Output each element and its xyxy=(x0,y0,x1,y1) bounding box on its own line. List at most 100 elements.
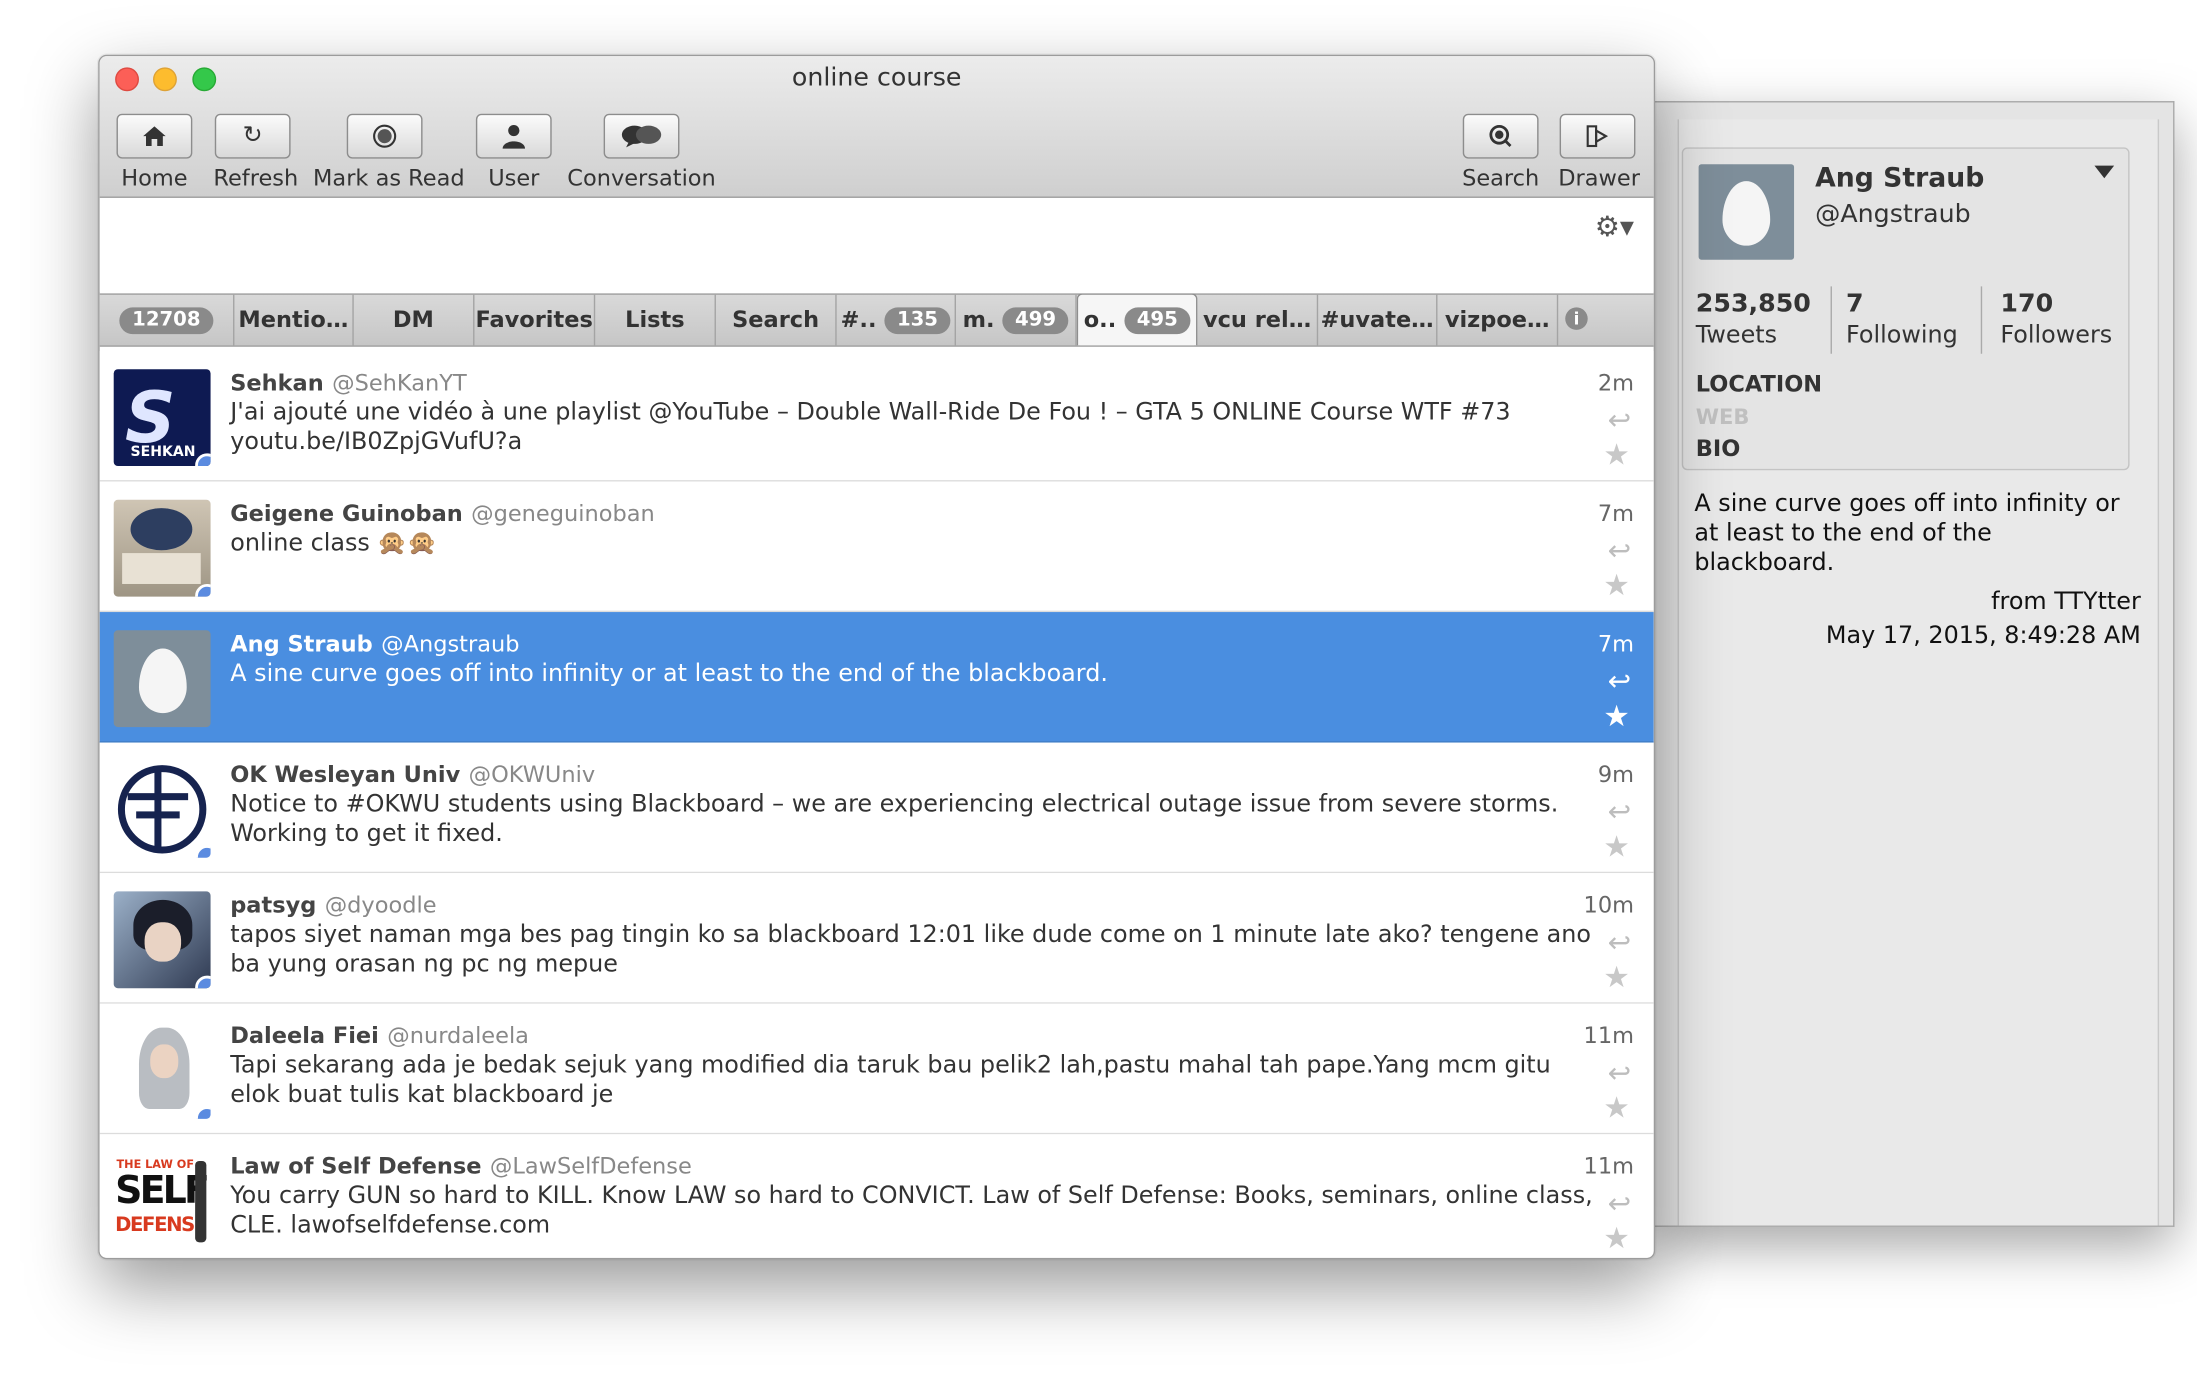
tweet-text: online class 🙊🙊 xyxy=(230,529,437,558)
compose-area[interactable]: ⚙▾ xyxy=(99,197,1654,292)
tab-mentions[interactable]: Mentio… xyxy=(234,294,354,346)
refresh-button-frame[interactable]: ↻ xyxy=(214,113,291,159)
star-icon[interactable]: ★ xyxy=(1603,438,1629,472)
tweet-author-name[interactable]: Sehkan xyxy=(230,369,323,396)
tab-label: #.. xyxy=(840,306,877,333)
tab-m-search[interactable]: m. 499 xyxy=(956,294,1077,346)
tweet-author-handle[interactable]: @Angstraub xyxy=(381,630,519,657)
home-button-frame[interactable] xyxy=(116,113,193,159)
titlebar: online course Home ↻ Refresh Mark as Rea… xyxy=(99,56,1654,198)
tweet-author-handle[interactable]: @geneguinoban xyxy=(471,500,655,527)
tweet-author-handle[interactable]: @OKWUniv xyxy=(469,761,595,788)
reply-icon[interactable]: ↩ xyxy=(1608,533,1632,567)
drawer-label: Drawer xyxy=(1558,164,1640,191)
stat-followers[interactable]: 170 Followers xyxy=(2000,289,2112,354)
profile-avatar[interactable] xyxy=(1698,164,1795,260)
stat-following[interactable]: 7 Following xyxy=(1846,289,1958,354)
gear-menu-icon[interactable]: ⚙▾ xyxy=(1595,209,1634,243)
tweet-author-handle[interactable]: @nurdaleela xyxy=(387,1022,529,1049)
unread-dot-icon xyxy=(195,975,211,989)
tab-dm[interactable]: DM xyxy=(354,294,475,346)
avatar[interactable] xyxy=(113,499,211,597)
avatar-photo xyxy=(130,508,193,551)
tweet-author-name[interactable]: Daleela Fiei xyxy=(230,1022,379,1049)
avatar[interactable] xyxy=(113,630,211,728)
user-button[interactable]: User xyxy=(474,113,553,191)
user-drawer: Ang Straub @Angstraub 253,850 Tweets 7 F… xyxy=(1652,101,2175,1227)
tweet-author-name[interactable]: patsyg xyxy=(230,891,316,918)
tab-online-course[interactable]: o.. 495 xyxy=(1076,293,1198,346)
tweet-time: 2m xyxy=(1597,369,1635,396)
user-button-frame[interactable] xyxy=(475,113,552,159)
conversation-button[interactable]: Conversation xyxy=(567,113,716,191)
home-button[interactable]: Home xyxy=(115,113,194,191)
tweet-author-name[interactable]: Ang Straub xyxy=(230,630,372,657)
stat-divider xyxy=(1980,286,1983,354)
info-icon[interactable]: i xyxy=(1565,307,1588,330)
tweet-row[interactable]: Daleela Fiei @nurdaleela Tapi sekarang ad… xyxy=(99,1003,1654,1135)
tab-hashtag-search[interactable]: #.. 135 xyxy=(837,294,956,346)
tweet-row[interactable]: S SEHKAN Sehkan @SehKanYT J'ai ajouté une… xyxy=(99,350,1654,482)
tweet-row-selected[interactable]: Ang Straub @Angstraub A sine curve goes o… xyxy=(99,612,1654,743)
mark-as-read-button[interactable]: Mark as Read xyxy=(313,113,465,191)
tweet-author-name[interactable]: Law of Self Defense xyxy=(230,1153,481,1180)
unread-dot-icon xyxy=(195,845,211,858)
profile-menu-caret-icon[interactable] xyxy=(2094,165,2115,179)
tweet-author-name[interactable]: Geigene Guinoban xyxy=(230,500,463,527)
drawer-button-frame[interactable] xyxy=(1559,113,1636,159)
tab-label: DM xyxy=(392,306,434,333)
tab-search[interactable]: Search xyxy=(716,294,837,346)
reply-icon[interactable]: ↩ xyxy=(1608,664,1632,698)
tweet-row[interactable]: OK Wesleyan Univ @OKWUniv Notice to #OKWU… xyxy=(99,742,1654,874)
star-icon[interactable]: ★ xyxy=(1603,1091,1629,1125)
search-icon xyxy=(1489,124,1512,147)
tweet-row[interactable]: patsyg @dyoodle tapos siyet naman mga bes… xyxy=(99,873,1654,1004)
reply-icon[interactable]: ↩ xyxy=(1608,1186,1632,1220)
tab-timeline[interactable]: 12708 xyxy=(100,294,235,346)
reply-icon[interactable]: ↩ xyxy=(1608,1056,1632,1090)
tab-vizpoe[interactable]: vizpoe… xyxy=(1437,294,1559,346)
avatar[interactable]: THE LAW OF SELF DEFENSE xyxy=(113,1152,211,1250)
profile-card: Ang Straub @Angstraub 253,850 Tweets 7 F… xyxy=(1681,147,2130,471)
tweet-author-handle[interactable]: @LawSelfDefense xyxy=(490,1153,692,1180)
tab-uvate[interactable]: #uvate… xyxy=(1318,294,1438,346)
tab-vcu[interactable]: vcu rel… xyxy=(1197,294,1319,346)
conversation-button-frame[interactable] xyxy=(603,113,680,159)
main-window: online course Home ↻ Refresh Mark as Rea… xyxy=(98,54,1656,1260)
star-icon[interactable]: ★ xyxy=(1603,1221,1629,1255)
search-button-frame[interactable] xyxy=(1462,113,1539,159)
avatar[interactable]: S SEHKAN xyxy=(113,369,211,467)
profile-name: Ang Straub xyxy=(1815,162,1985,194)
avatar-photo xyxy=(150,1044,179,1079)
stat-tweets[interactable]: 253,850 Tweets xyxy=(1696,289,1811,354)
tweet-row[interactable]: Geigene Guinoban @geneguinoban online cla… xyxy=(99,481,1654,613)
star-icon[interactable]: ★ xyxy=(1603,830,1629,864)
tweet-row[interactable]: THE LAW OF SELF DEFENSE Law of Self Defe… xyxy=(99,1134,1654,1258)
reply-icon[interactable]: ↩ xyxy=(1608,925,1632,959)
reply-icon[interactable]: ↩ xyxy=(1608,403,1632,437)
star-icon[interactable]: ★ xyxy=(1603,569,1629,603)
tab-label: o.. xyxy=(1083,306,1117,333)
tab-label: Favorites xyxy=(475,306,593,333)
drawer-button[interactable]: Drawer xyxy=(1558,113,1640,191)
tweet-author-handle[interactable]: @dyoodle xyxy=(325,891,437,918)
reply-icon[interactable]: ↩ xyxy=(1608,795,1632,829)
star-icon[interactable]: ★ xyxy=(1603,960,1629,994)
mark-as-read-button-frame[interactable] xyxy=(346,113,423,159)
avatar[interactable] xyxy=(113,760,211,858)
search-button[interactable]: Search xyxy=(1461,113,1540,191)
avatar[interactable] xyxy=(113,1021,211,1119)
avatar[interactable] xyxy=(113,891,211,989)
tweet-text: A sine curve goes off into infinity or a… xyxy=(230,659,1108,688)
tab-lists[interactable]: Lists xyxy=(595,294,716,346)
tab-favorites[interactable]: Favorites xyxy=(474,294,596,346)
refresh-button[interactable]: ↻ Refresh xyxy=(213,113,298,191)
tweet-author-handle[interactable]: @SehKanYT xyxy=(332,369,467,396)
tweet-text: Notice to #OKWU students using Blackboar… xyxy=(230,790,1559,848)
star-icon[interactable]: ★ xyxy=(1603,699,1629,733)
tweet-author-name[interactable]: OK Wesleyan Univ xyxy=(230,761,460,788)
web-label: WEB xyxy=(1695,404,1750,430)
tweet-header: OK Wesleyan Univ @OKWUniv xyxy=(230,761,595,788)
tab-label: vcu rel… xyxy=(1202,306,1312,333)
user-label: User xyxy=(488,164,540,191)
